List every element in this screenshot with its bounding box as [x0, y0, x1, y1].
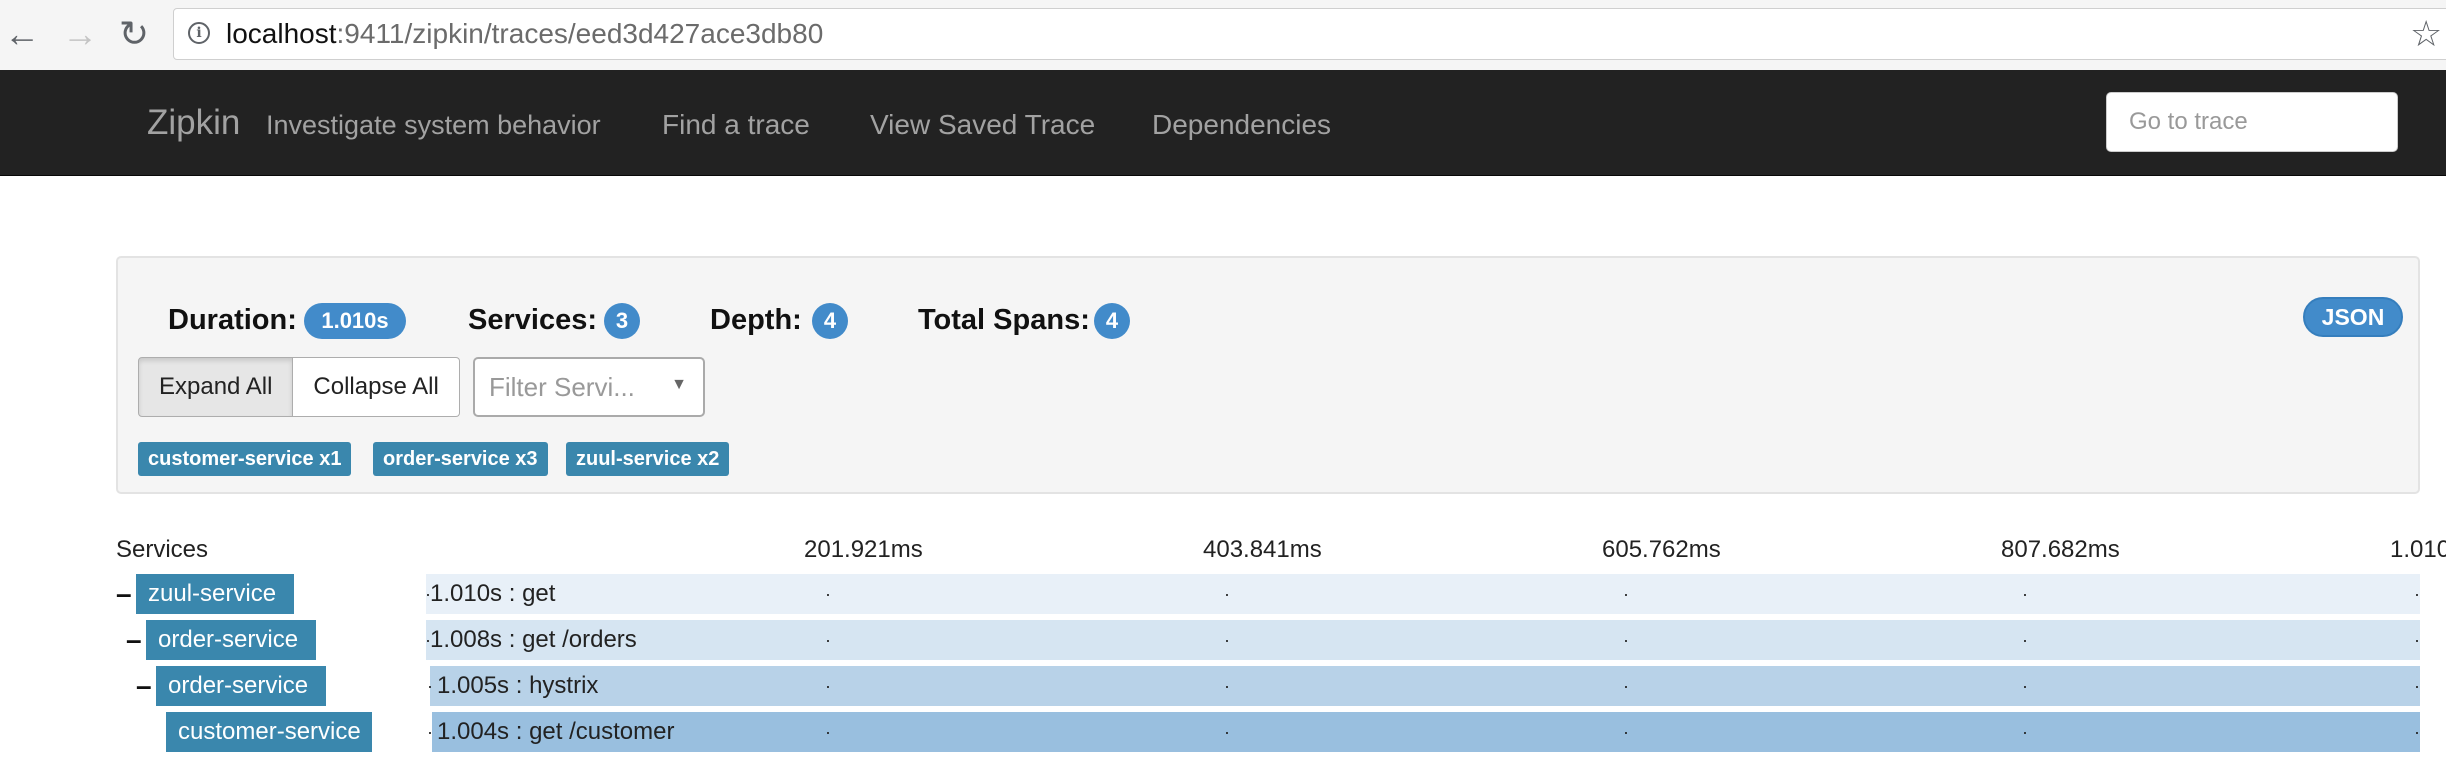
timeline-marker: · [1224, 722, 1230, 742]
timeline-marker: · [425, 630, 431, 650]
timeline-marker: · [1623, 630, 1629, 650]
collapse-all-button[interactable]: Collapse All [293, 357, 460, 417]
timeline-marker: · [825, 584, 831, 604]
star-icon[interactable]: ☆ [2410, 14, 2442, 54]
span-duration-bar[interactable] [432, 712, 2420, 752]
back-icon[interactable]: ← [0, 12, 44, 56]
timeline-marker: · [2414, 584, 2420, 604]
collapse-toggle[interactable]: – [136, 666, 152, 706]
reload-icon[interactable]: ↻ [112, 12, 156, 56]
timeline-marker: · [1224, 630, 1230, 650]
url-text[interactable]: localhost:9411/zipkin/traces/eed3d427ace… [226, 18, 823, 50]
filter-placeholder: Filter Servi... [489, 372, 635, 402]
forward-icon[interactable]: → [58, 12, 102, 56]
timeline-tick-1: 201.921ms [804, 536, 923, 563]
address-bar[interactable]: i localhost:9411/zipkin/traces/eed3d427a… [173, 8, 2446, 60]
go-to-trace-input[interactable] [2106, 92, 2398, 152]
nav-dependencies[interactable]: Dependencies [1152, 109, 1331, 141]
chevron-down-icon: ▼ [671, 376, 687, 393]
timeline-tick-2: 403.841ms [1203, 536, 1322, 563]
services-column-header: Services [116, 536, 209, 563]
timeline-marker: · [2022, 630, 2028, 650]
trace-summary-panel: Duration: 1.010s Services: 3 Depth: 4 To… [116, 256, 2420, 494]
timeline-marker: · [1623, 722, 1629, 742]
timeline-marker: · [2022, 676, 2028, 696]
timeline-marker: · [825, 676, 831, 696]
timeline-marker: · [425, 584, 431, 604]
timeline-marker: · [2022, 584, 2028, 604]
depth-badge: 4 [812, 303, 848, 339]
timeline-tick-4: 807.682ms [2001, 536, 2120, 563]
timeline-marker: · [825, 722, 831, 742]
url-path: :9411/zipkin/traces/eed3d427ace3db80 [336, 18, 824, 49]
timeline-marker: · [2022, 722, 2028, 742]
span-service-name[interactable]: zuul-service [136, 574, 294, 614]
app-navbar: Zipkin Investigate system behavior Find … [0, 70, 2446, 176]
span-service-name[interactable]: order-service [146, 620, 316, 660]
timeline-marker: · [1224, 584, 1230, 604]
depth-label: Depth: [710, 304, 802, 336]
timeline-marker: · [427, 676, 433, 696]
expand-collapse-group: Expand All Collapse All [138, 357, 460, 417]
duration-label: Duration: [168, 304, 297, 336]
json-button[interactable]: JSON [2303, 297, 2403, 337]
services-count-badge: 3 [604, 303, 640, 339]
timeline-tick-5: 1.010 [2390, 536, 2446, 563]
collapse-toggle[interactable]: – [126, 620, 142, 660]
brand-tagline: Investigate system behavior [266, 110, 601, 140]
service-tag-zuul-service[interactable]: zuul-service x2 [566, 442, 730, 476]
span-label: 1.005s : hystrix [437, 672, 599, 699]
brand-logo[interactable]: Zipkin [147, 103, 240, 143]
expand-all-button[interactable]: Expand All [138, 357, 294, 417]
nav-find-a-trace[interactable]: Find a trace [662, 109, 810, 141]
timeline-marker: · [1623, 676, 1629, 696]
timeline-marker: · [2414, 630, 2420, 650]
total-spans-badge: 4 [1094, 303, 1130, 339]
timeline-marker: · [2414, 722, 2420, 742]
filter-services-select[interactable]: Filter Servi... ▼ [473, 357, 705, 417]
span-label: 1.010s : get [430, 580, 556, 607]
timeline-tick-3: 605.762ms [1602, 536, 1721, 563]
collapse-toggle[interactable]: – [116, 574, 132, 614]
span-label: 1.008s : get /orders [430, 626, 637, 653]
duration-badge: 1.010s [304, 303, 406, 339]
service-tag-order-service[interactable]: order-service x3 [373, 442, 548, 476]
span-label: 1.004s : get /customer [437, 718, 675, 745]
span-duration-bar[interactable] [426, 574, 2420, 614]
timeline-marker: · [2414, 676, 2420, 696]
span-duration-bar[interactable] [426, 620, 2420, 660]
total-spans-label: Total Spans: [918, 304, 1090, 336]
url-host: localhost [226, 18, 337, 49]
span-service-name[interactable]: order-service [156, 666, 326, 706]
span-service-name[interactable]: customer-service [166, 712, 372, 752]
nav-view-saved-trace[interactable]: View Saved Trace [870, 109, 1095, 141]
timeline-marker: · [427, 722, 433, 742]
timeline-marker: · [1224, 676, 1230, 696]
timeline-marker: · [1623, 584, 1629, 604]
timeline-marker: · [825, 630, 831, 650]
span-duration-bar[interactable] [430, 666, 2420, 706]
service-tag-customer-service[interactable]: customer-service x1 [138, 442, 352, 476]
info-icon[interactable]: i [188, 22, 210, 44]
services-label: Services: [468, 304, 597, 336]
browser-toolbar: ← → ↻ i localhost:9411/zipkin/traces/eed… [0, 0, 2446, 71]
